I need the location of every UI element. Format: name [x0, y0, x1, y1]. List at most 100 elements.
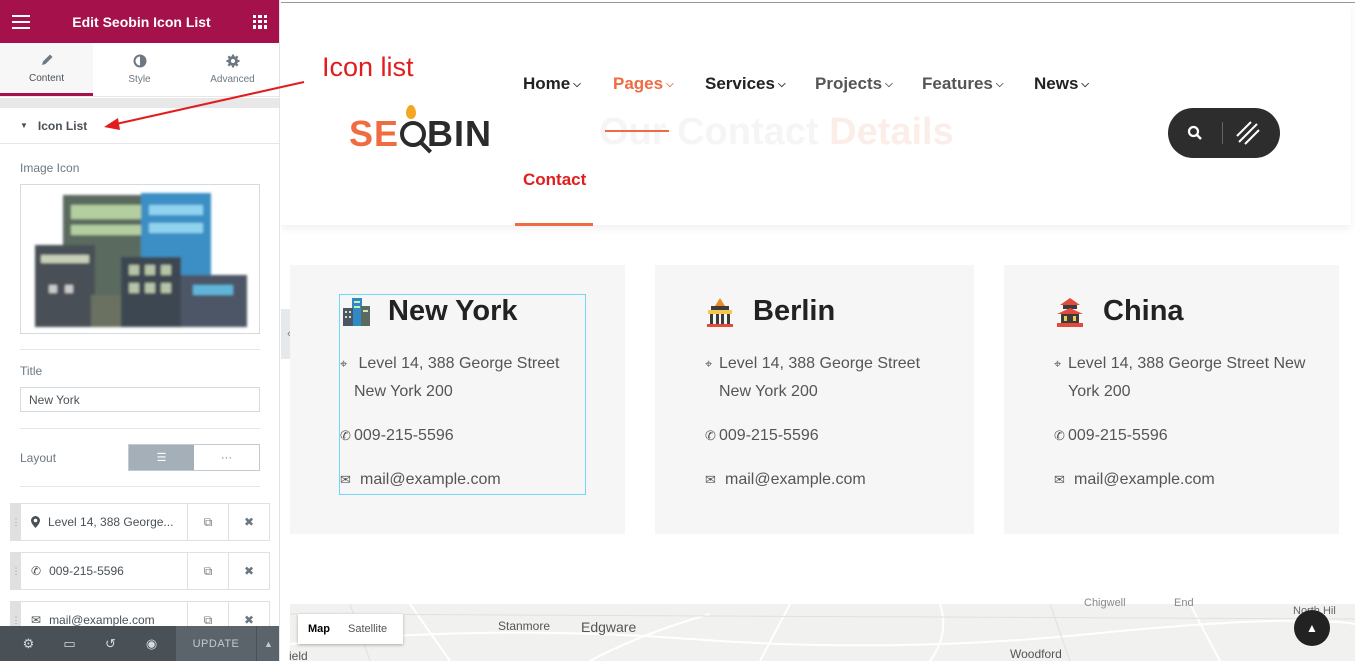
- scroll-to-top-button[interactable]: ▲: [1294, 610, 1330, 646]
- site-logo[interactable]: SE BIN: [349, 105, 493, 155]
- nav-home[interactable]: Home ⌵: [523, 74, 581, 94]
- email-item: ✉ mail@example.com: [1054, 466, 1215, 494]
- email-address: mail@example.com: [725, 471, 866, 488]
- map-roads: [290, 604, 1355, 661]
- panel-title: Edit Seobin Icon List: [72, 13, 211, 30]
- repeater-item[interactable]: ⋮ ✆ 009-215-5596 ⧉ ✖: [10, 552, 270, 590]
- berlin-landmark-icon: [707, 298, 733, 327]
- layout-list-option[interactable]: ☰: [129, 445, 194, 470]
- section-title: Icon List: [37, 118, 88, 133]
- nav-contact[interactable]: Contact: [523, 170, 586, 190]
- map-label: Chigwell: [1084, 597, 1126, 609]
- map-marker-icon: ⌖: [705, 356, 713, 371]
- tab-style[interactable]: Style: [93, 43, 186, 96]
- panel-divider: [0, 98, 279, 108]
- close-icon: ✖: [243, 564, 255, 578]
- duplicate-button[interactable]: ⧉: [187, 504, 228, 540]
- search-button[interactable]: [1168, 125, 1222, 141]
- tab-label: Content: [28, 72, 65, 84]
- phone-icon: ✆: [705, 428, 716, 443]
- address-item: ⌖ Level 14, 388 George Street: [340, 350, 559, 378]
- nav-contact-underline: [515, 223, 593, 226]
- address-item: ⌖ Level 14, 388 George Street New: [1054, 350, 1305, 378]
- map-marker-icon: ⌖: [340, 356, 348, 371]
- nav-features[interactable]: Features ⌵: [922, 74, 1003, 94]
- repeater-item-label: 009-215-5596: [49, 564, 124, 578]
- annotation-label: Icon list: [322, 52, 414, 82]
- menu-toggle-button[interactable]: [1223, 120, 1273, 146]
- phone-item: ✆ 009-215-5596: [705, 422, 819, 450]
- email-address: mail@example.com: [360, 471, 501, 488]
- map-button[interactable]: Map: [298, 623, 340, 635]
- location-title: China: [1103, 295, 1184, 327]
- panel-header: Edit Seobin Icon List: [0, 0, 279, 43]
- tab-label: Style: [128, 74, 151, 85]
- copy-icon: ⧉: [203, 514, 213, 529]
- contrast-icon: [133, 54, 146, 68]
- layout-inline-option[interactable]: ···: [194, 445, 259, 470]
- nav-label: Projects: [815, 74, 883, 93]
- envelope-icon: ✉: [31, 613, 42, 627]
- separator: [20, 486, 260, 487]
- envelope-icon: ✉: [705, 472, 716, 487]
- drag-handle[interactable]: ⋮: [11, 553, 21, 589]
- duplicate-button[interactable]: ⧉: [187, 553, 228, 589]
- tab-advanced[interactable]: Advanced: [186, 43, 279, 96]
- nav-label: Features: [922, 74, 993, 93]
- google-map[interactable]: [290, 604, 1355, 661]
- nav-pages[interactable]: Pages ⌵: [613, 74, 674, 94]
- nav-news[interactable]: News ⌵: [1034, 74, 1089, 94]
- phone-icon: ✆: [31, 564, 42, 578]
- logo-text-right: BIN: [427, 113, 493, 154]
- map-type-control: Map Satellite: [298, 614, 403, 644]
- section-icon-list-toggle[interactable]: ▼ Icon List: [0, 108, 279, 144]
- update-button[interactable]: UPDATE: [176, 626, 256, 661]
- address-line: Level 14, 388 George Street: [719, 355, 921, 372]
- location-title: Berlin: [753, 295, 836, 327]
- repeater-item[interactable]: ⋮ Level 14, 388 George... ⧉ ✖: [10, 503, 270, 541]
- nav-services[interactable]: Services ⌵: [705, 74, 786, 94]
- remove-button[interactable]: ✖: [228, 553, 269, 589]
- repeater-item-label: Level 14, 388 George...: [48, 515, 174, 529]
- map-label: ield: [289, 649, 308, 661]
- site-header: Our Contact Details SE BIN Home ⌵ Pages ⌵ S…: [281, 3, 1351, 225]
- responsive-desktop-icon[interactable]: ▭: [49, 636, 90, 652]
- remove-button[interactable]: ✖: [228, 504, 269, 540]
- hamburger-menu-icon[interactable]: [12, 14, 30, 29]
- chevron-up-icon: ▲: [1306, 621, 1318, 635]
- copy-icon: ⧉: [203, 563, 213, 578]
- satellite-button[interactable]: Satellite: [340, 623, 395, 635]
- magnifier-logo-icon: [400, 121, 427, 147]
- widgets-grid-icon[interactable]: [252, 14, 267, 29]
- repeater-item-title[interactable]: Level 14, 388 George...: [21, 504, 187, 540]
- address-line: Level 14, 388 George Street: [358, 355, 560, 372]
- preview-eye-icon[interactable]: ◉: [131, 636, 172, 652]
- chevron-down-icon: ⌵: [995, 79, 1004, 90]
- ghost-title-accent: Details: [829, 111, 954, 153]
- chevron-down-icon: ⌵: [885, 79, 893, 90]
- skyscraper-icon: [343, 298, 370, 326]
- address-item: New York 200: [719, 383, 818, 400]
- tab-content[interactable]: Content: [0, 43, 93, 96]
- save-options-caret-icon[interactable]: ▲: [256, 626, 279, 661]
- phone-number: 009-215-5596: [1068, 427, 1168, 444]
- address-item: ⌖ Level 14, 388 George Street: [705, 350, 920, 378]
- title-input[interactable]: [20, 387, 260, 412]
- panel-footer: ⚙ ▭ ↺ ◉ UPDATE ▲: [0, 626, 279, 661]
- chevron-down-icon: ⌵: [777, 79, 786, 90]
- repeater-item-title[interactable]: ✆ 009-215-5596: [21, 553, 187, 589]
- layout-label: Layout: [20, 451, 57, 465]
- history-icon[interactable]: ↺: [90, 636, 131, 652]
- settings-gear-icon[interactable]: ⚙: [8, 636, 49, 652]
- phone-number: 009-215-5596: [719, 427, 819, 444]
- drag-handle[interactable]: ⋮: [11, 504, 21, 540]
- nav-label: Services: [705, 74, 775, 93]
- location-title: New York: [388, 295, 518, 327]
- nav-projects[interactable]: Projects ⌵: [815, 74, 893, 94]
- close-icon: ✖: [243, 613, 255, 627]
- map-label: End: [1174, 597, 1194, 609]
- site-preview: Our Contact Details SE BIN Home ⌵ Pages ⌵ S…: [281, 0, 1355, 661]
- phone-item: ✆ 009-215-5596: [340, 422, 454, 450]
- image-icon-picker[interactable]: [20, 184, 260, 334]
- chevron-down-icon: ⌵: [573, 79, 581, 90]
